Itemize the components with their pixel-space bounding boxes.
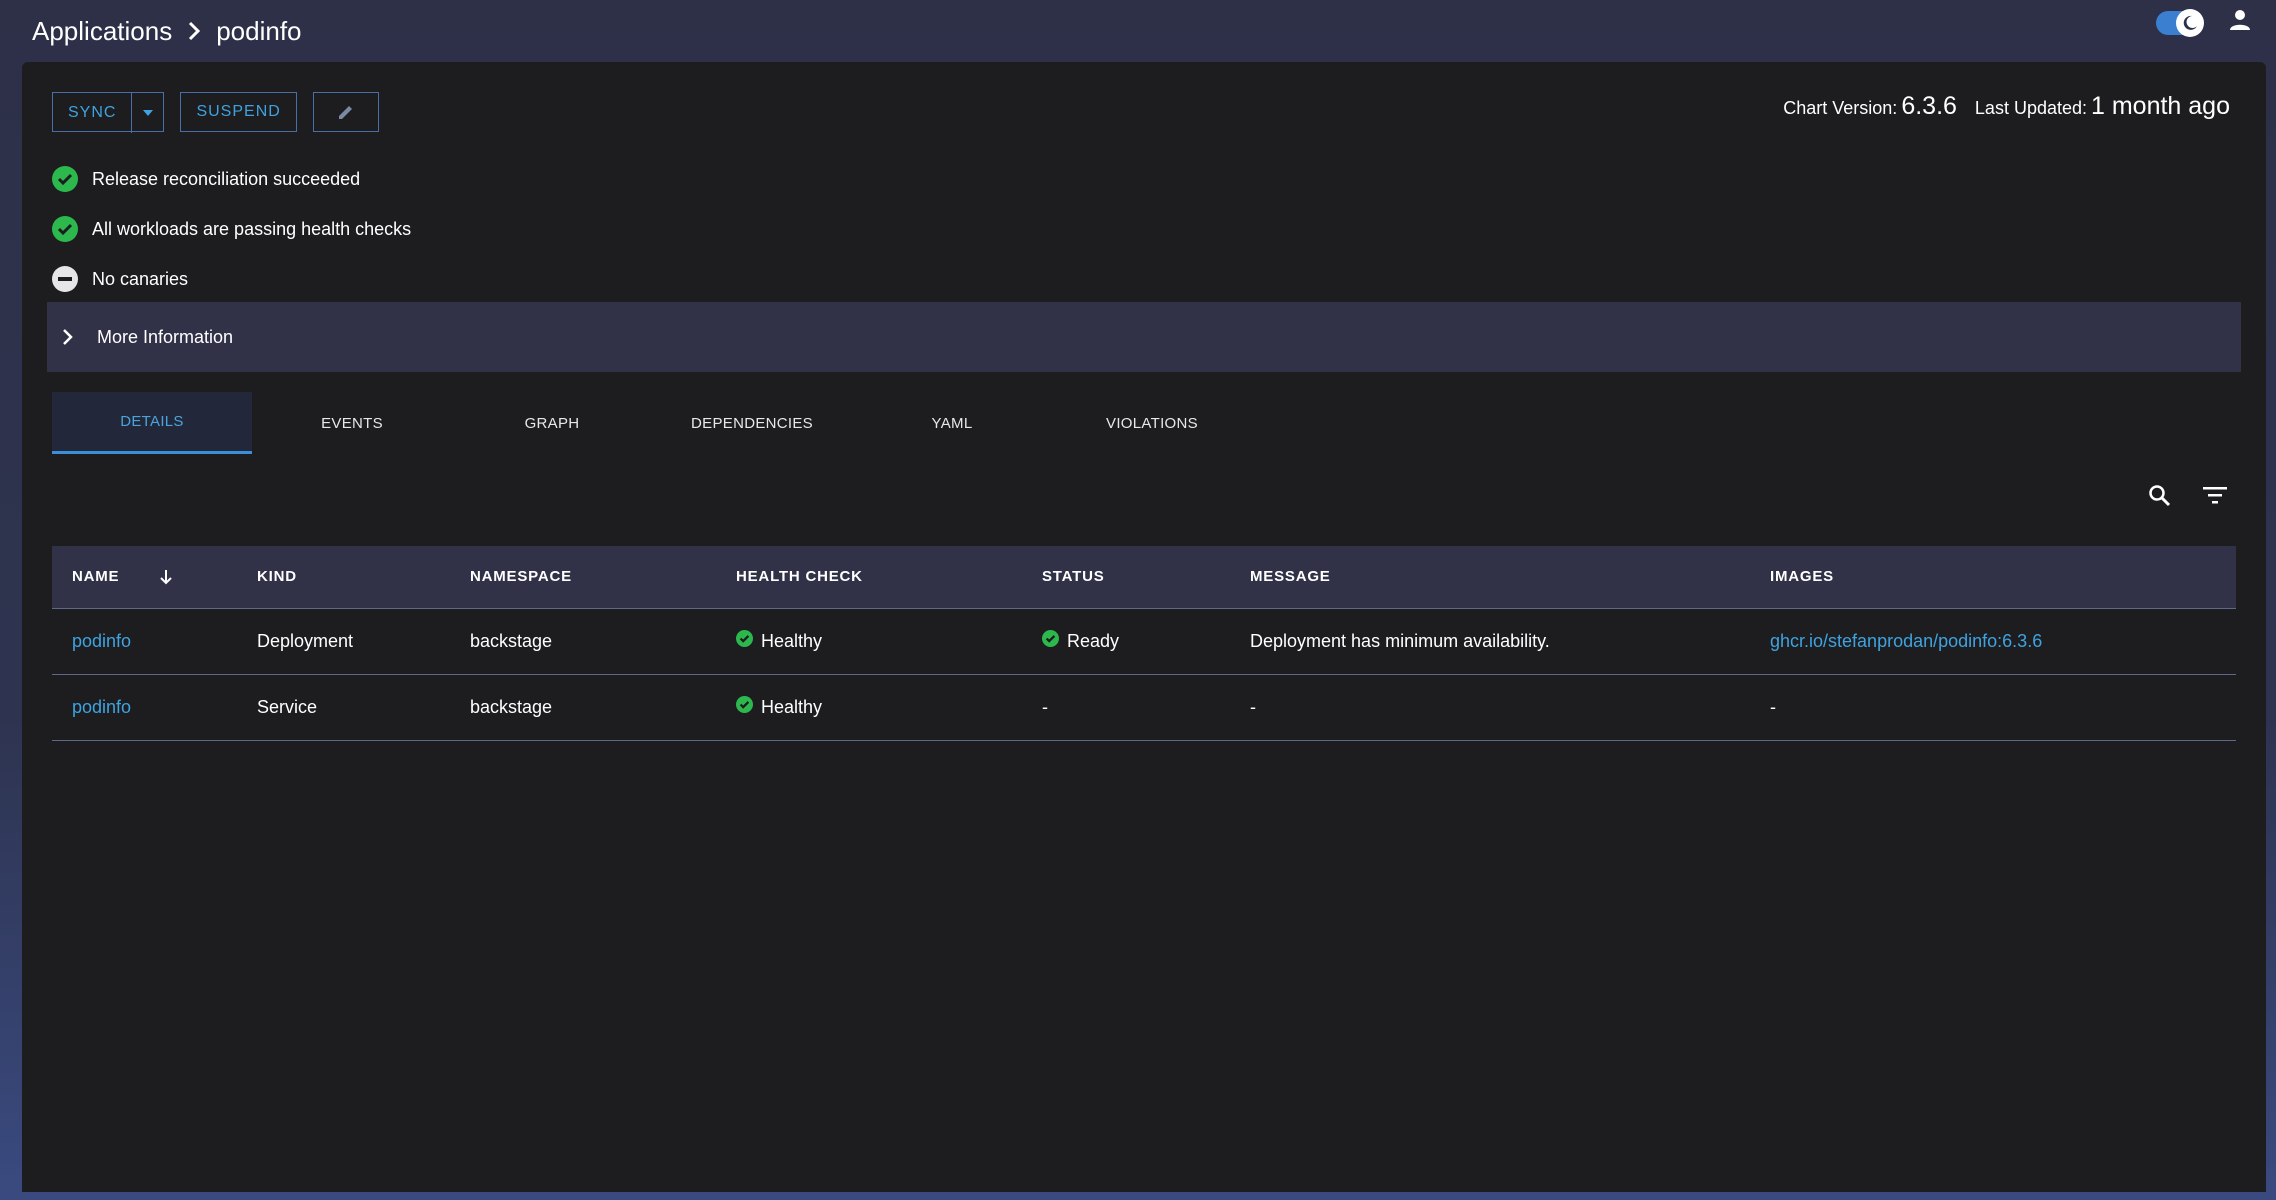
breadcrumb-applications[interactable]: Applications bbox=[32, 16, 172, 47]
health-status: Healthy bbox=[761, 630, 823, 651]
tab-dependencies[interactable]: DEPENDENCIES bbox=[652, 392, 852, 454]
chart-meta: Chart Version: 6.3.6 Last Updated: 1 month… bbox=[1783, 92, 2230, 121]
action-toolbar: SYNC SUSPEND bbox=[52, 92, 379, 133]
user-icon[interactable] bbox=[2228, 8, 2252, 37]
check-label: Release reconciliation succeeded bbox=[92, 168, 361, 189]
check-circle-icon bbox=[1042, 630, 1059, 652]
more-information-label: More Information bbox=[97, 326, 234, 347]
breadcrumb-current: podinfo bbox=[216, 15, 302, 46]
check-circle-icon bbox=[736, 696, 753, 718]
top-bar: Applications podinfo bbox=[0, 0, 2276, 62]
edit-button[interactable] bbox=[312, 92, 379, 132]
image-link[interactable]: ghcr.io/stefanprodan/podinfo:6.3.6 bbox=[1770, 631, 2042, 651]
column-header-message[interactable]: MESSAGE bbox=[1230, 546, 1750, 609]
column-header-images[interactable]: IMAGES bbox=[1750, 546, 2236, 609]
chart-version-label: Chart Version: bbox=[1783, 98, 1898, 118]
resource-message: Deployment has minimum availability. bbox=[1230, 608, 1750, 675]
resource-name-link[interactable]: podinfo bbox=[72, 697, 131, 717]
tab-bar: DETAILS EVENTS GRAPH DEPENDENCIES YAML V… bbox=[52, 392, 1252, 454]
caret-down-icon bbox=[142, 110, 153, 116]
check-workloads-health: All workloads are passing health checks bbox=[52, 204, 411, 254]
resource-namespace: backstage bbox=[450, 674, 716, 741]
tab-violations[interactable]: VIOLATIONS bbox=[1052, 392, 1252, 454]
sync-button[interactable]: SYNC bbox=[53, 93, 131, 133]
chevron-right-icon bbox=[61, 328, 73, 346]
column-header-status[interactable]: STATUS bbox=[1022, 546, 1230, 609]
moon-icon bbox=[2176, 8, 2204, 37]
more-information-expander[interactable]: More Information bbox=[47, 302, 2241, 372]
column-header-health-check[interactable]: HEALTH CHECK bbox=[716, 546, 1022, 609]
minus-circle-icon bbox=[52, 266, 78, 292]
column-header-kind[interactable]: KIND bbox=[237, 546, 450, 609]
health-status: Healthy bbox=[761, 696, 823, 717]
theme-toggle[interactable] bbox=[2156, 8, 2204, 37]
resource-status: Ready bbox=[1067, 630, 1120, 651]
last-updated-label: Last Updated: bbox=[1974, 98, 2087, 118]
resource-status: - bbox=[1022, 674, 1230, 741]
main-panel: SYNC SUSPEND Chart Version: 6.3.6 Last Up… bbox=[22, 62, 2266, 1192]
tab-yaml[interactable]: YAML bbox=[852, 392, 1052, 454]
filter-icon[interactable] bbox=[2202, 484, 2228, 513]
tab-details[interactable]: DETAILS bbox=[52, 392, 252, 454]
check-label: No canaries bbox=[92, 268, 189, 289]
check-label: All workloads are passing health checks bbox=[92, 218, 412, 239]
check-circle-icon bbox=[52, 166, 78, 192]
table-row: podinfo Service backstage Healthy - - - bbox=[52, 674, 2236, 741]
check-circle-icon bbox=[736, 630, 753, 652]
search-icon[interactable] bbox=[2148, 484, 2172, 513]
sync-dropdown-button[interactable] bbox=[131, 93, 163, 133]
resource-kind: Deployment bbox=[237, 608, 450, 675]
resource-images: - bbox=[1750, 674, 2236, 741]
check-canaries: No canaries bbox=[52, 254, 411, 304]
chart-version: 6.3.6 bbox=[1901, 92, 1957, 120]
chevron-right-icon bbox=[186, 20, 202, 42]
tab-events[interactable]: EVENTS bbox=[252, 392, 452, 454]
last-updated: 1 month ago bbox=[2091, 92, 2230, 120]
status-checks: Release reconciliation succeeded All wor… bbox=[52, 154, 411, 304]
resource-kind: Service bbox=[237, 674, 450, 741]
check-release-reconciliation: Release reconciliation succeeded bbox=[52, 154, 411, 204]
suspend-button[interactable]: SUSPEND bbox=[180, 92, 297, 132]
table-header: NAME KIND NAMESPACE HEALTH CHECK STATUS … bbox=[52, 546, 2236, 609]
sync-button-group: SYNC bbox=[52, 92, 165, 133]
table-tools bbox=[2148, 484, 2228, 513]
resource-name-link[interactable]: podinfo bbox=[72, 631, 131, 651]
pencil-icon bbox=[338, 106, 352, 119]
column-header-name[interactable]: NAME bbox=[52, 546, 237, 609]
column-header-namespace[interactable]: NAMESPACE bbox=[450, 546, 716, 609]
resource-message: - bbox=[1230, 674, 1750, 741]
table-row: podinfo Deployment backstage Healthy Rea… bbox=[52, 608, 2236, 675]
check-circle-icon bbox=[52, 216, 78, 242]
tab-graph[interactable]: GRAPH bbox=[452, 392, 652, 454]
resources-table: NAME KIND NAMESPACE HEALTH CHECK STATUS … bbox=[52, 546, 2236, 741]
resource-namespace: backstage bbox=[450, 608, 716, 675]
arrow-down-icon[interactable] bbox=[159, 569, 173, 585]
